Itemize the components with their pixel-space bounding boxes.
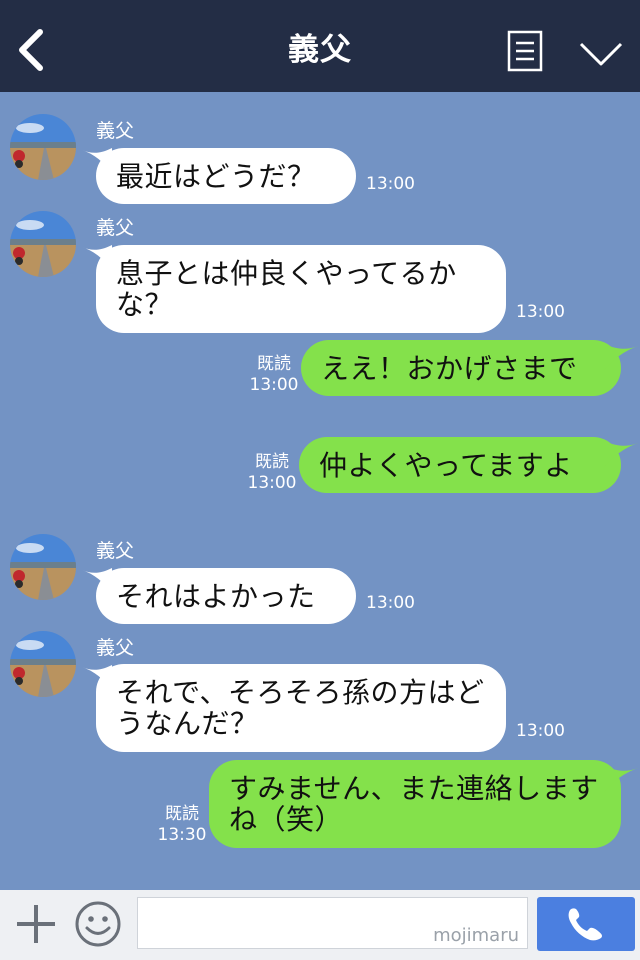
- message-bubble-incoming[interactable]: 最近はどうだ？: [96, 148, 356, 204]
- menu-icon[interactable]: [506, 30, 544, 72]
- avatar[interactable]: [10, 631, 76, 697]
- sender-name: 義父: [96, 540, 135, 562]
- message-bubble-incoming[interactable]: それで、そろそろ孫の方はどうなんだ？: [96, 664, 506, 752]
- message-bubble-incoming[interactable]: それはよかった: [96, 568, 356, 624]
- sender-name: 義父: [96, 120, 135, 142]
- phone-icon: [568, 908, 602, 941]
- bubble-tail: [604, 344, 638, 370]
- message-time: 13:00: [247, 473, 297, 493]
- read-status: 既読 13:00: [248, 354, 300, 396]
- message-time: 13:00: [366, 174, 415, 194]
- bubble-tail: [604, 441, 638, 467]
- call-button[interactable]: [537, 897, 635, 951]
- bubble-tail: [604, 766, 638, 792]
- plus-icon[interactable]: [14, 902, 58, 946]
- read-label: 既読: [165, 804, 199, 824]
- message-bubble-outgoing[interactable]: ええ！おかげさまで: [301, 340, 621, 396]
- chat-header: 義父: [0, 0, 640, 92]
- message-bubble-outgoing[interactable]: 仲よくやってますよ: [299, 437, 621, 493]
- read-label: 既読: [255, 452, 289, 472]
- sender-name: 義父: [96, 217, 135, 239]
- watermark: mojimaru: [433, 925, 519, 946]
- message-time: 13:00: [249, 375, 299, 395]
- read-label: 既読: [257, 354, 291, 374]
- chevron-down-icon[interactable]: [578, 40, 624, 68]
- chat-area[interactable]: 義父 最近はどうだ？ 13:00 義父 息子とは仲良くやってるかな？ 13:00…: [0, 92, 640, 890]
- chat-title: 義父: [288, 32, 352, 68]
- read-status: 既読 13:00: [246, 452, 298, 494]
- message-bubble-incoming[interactable]: 息子とは仲良くやってるかな？: [96, 245, 506, 333]
- read-status: 既読 13:30: [156, 804, 208, 846]
- smile-icon[interactable]: [74, 900, 122, 948]
- message-bubble-outgoing[interactable]: すみません、また連絡しますね（笑）: [209, 760, 621, 848]
- message-time: 13:00: [516, 721, 565, 741]
- avatar[interactable]: [10, 534, 76, 600]
- message-time: 13:00: [366, 593, 415, 613]
- avatar[interactable]: [10, 211, 76, 277]
- message-time: 13:00: [516, 302, 565, 322]
- avatar[interactable]: [10, 114, 76, 180]
- sender-name: 義父: [96, 637, 135, 659]
- message-input[interactable]: mojimaru: [137, 897, 528, 949]
- message-time: 13:30: [157, 825, 207, 845]
